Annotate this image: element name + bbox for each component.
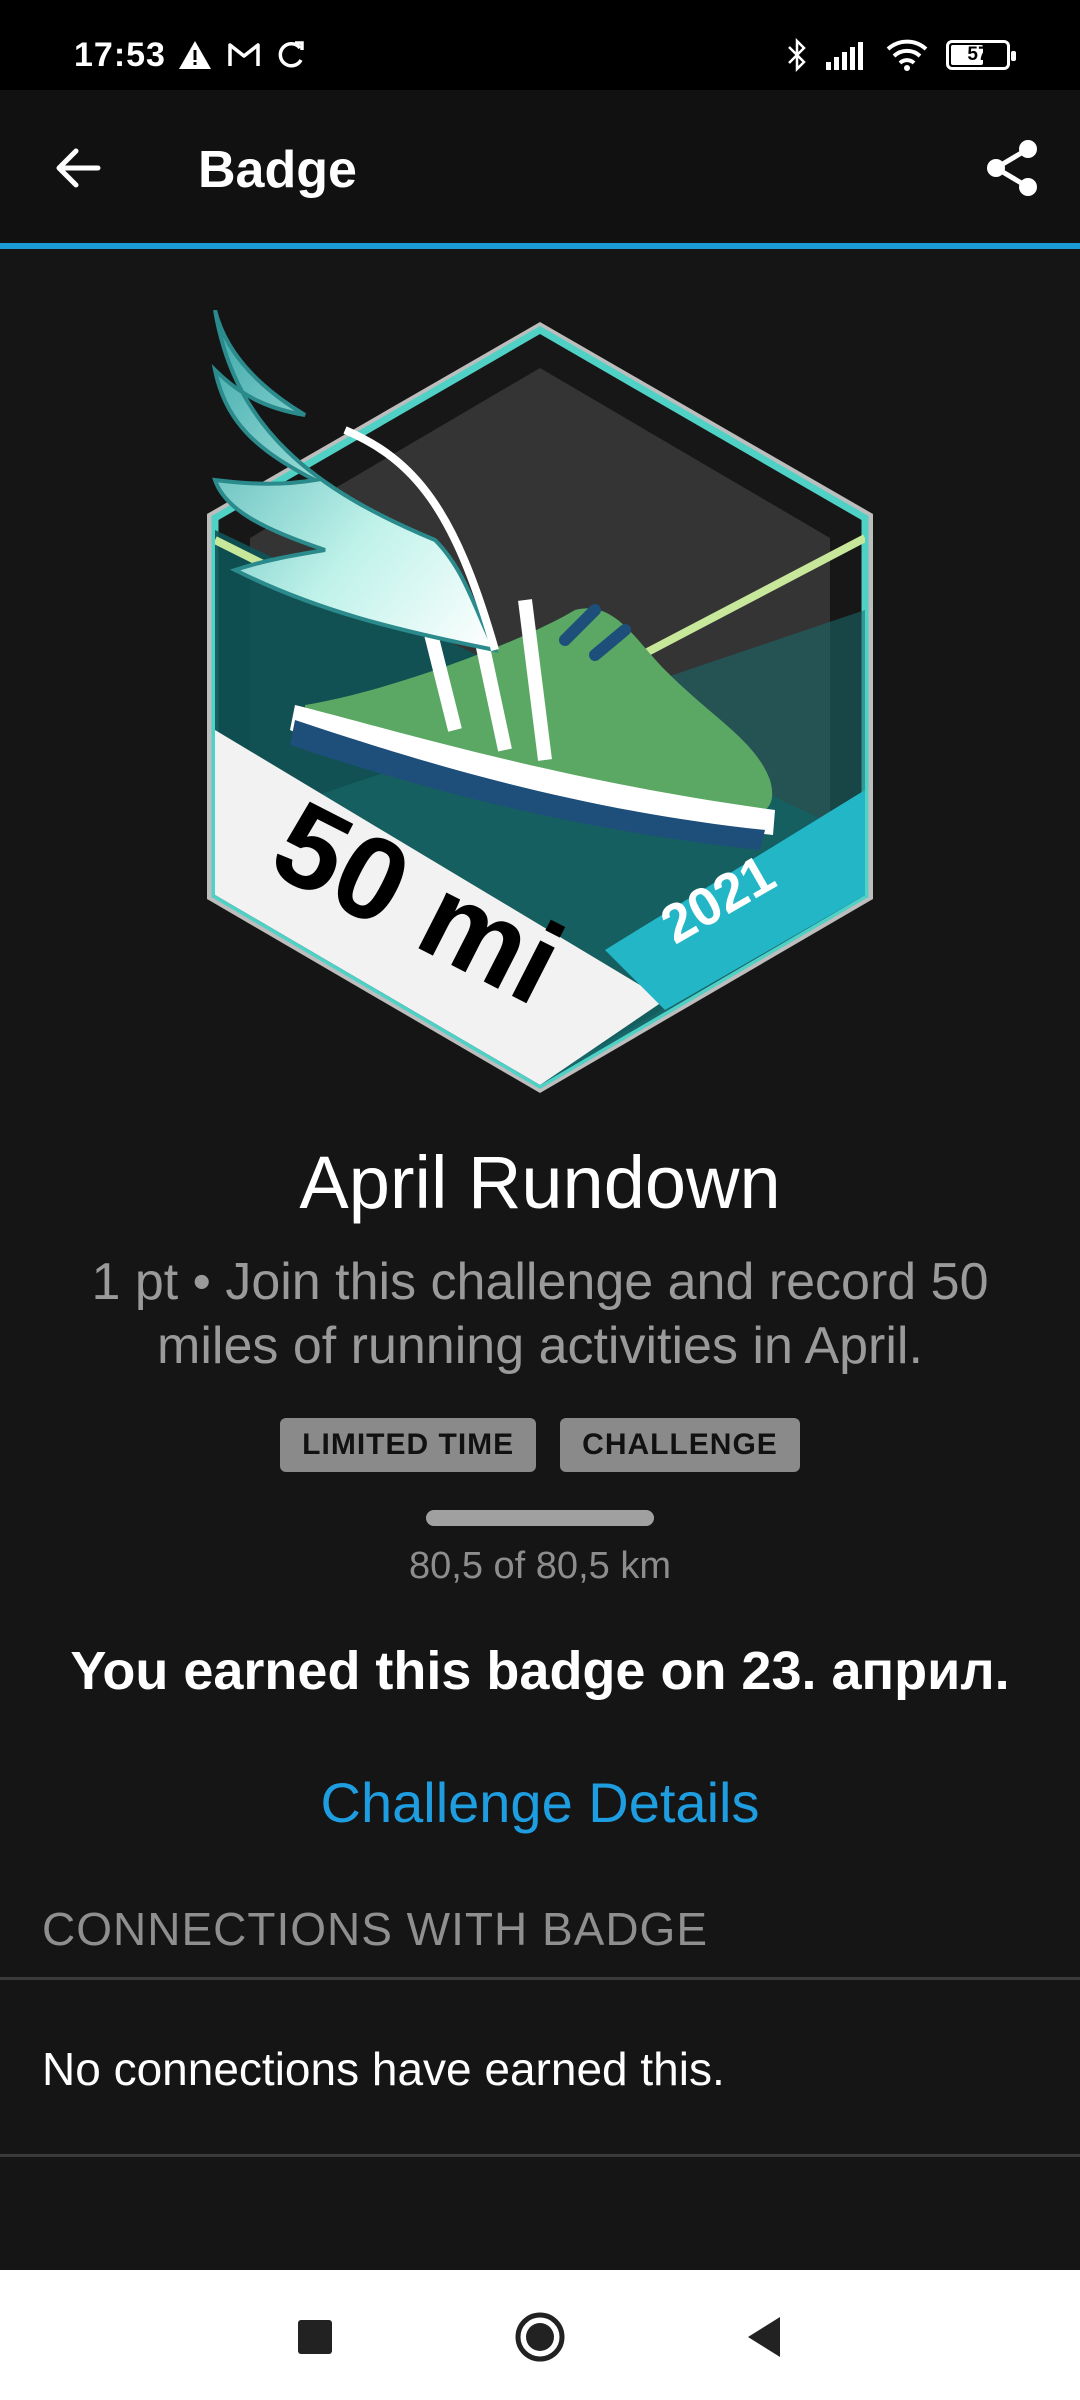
badge-description: 1 pt • Join this challenge and record 50… bbox=[91, 1253, 989, 1375]
signal-icon bbox=[826, 42, 863, 70]
progress-bar bbox=[426, 1510, 654, 1526]
gmail-icon bbox=[228, 43, 260, 66]
connections-section-header: CONNECTIONS WITH BADGE bbox=[42, 1903, 709, 1955]
badge-title: April Rundown bbox=[299, 1141, 781, 1224]
tag-limited-time: LIMITED TIME bbox=[280, 1418, 537, 1472]
battery-level: 57 bbox=[967, 44, 989, 65]
progress-text: 80,5 of 80,5 km bbox=[409, 1545, 671, 1587]
divider bbox=[0, 1977, 1080, 1980]
app-bar: Badge bbox=[0, 90, 1080, 245]
badge-hexagon: 50 mi 2021 bbox=[207, 309, 873, 1093]
page-title: Badge bbox=[198, 141, 357, 199]
notification-icons bbox=[178, 40, 306, 70]
clock: 17:53 bbox=[74, 36, 166, 74]
no-connections-text: No connections have earned this. bbox=[42, 2043, 725, 2095]
badge-image: 50 mi 2021 bbox=[195, 309, 885, 1100]
bluetooth-icon bbox=[788, 38, 806, 72]
sync-icon bbox=[278, 41, 304, 68]
system-nav-bar bbox=[0, 2270, 1080, 2400]
warning-icon bbox=[179, 41, 211, 69]
app-bar-accent-line bbox=[0, 243, 1080, 249]
battery-icon: 57 bbox=[946, 40, 1016, 70]
earned-date-text: You earned this badge on 23. април. bbox=[70, 1641, 1010, 1701]
recents-square-icon[interactable] bbox=[280, 2302, 350, 2372]
tag-list: LIMITED TIME CHALLENGE bbox=[0, 1418, 1080, 1472]
arrow-left-icon[interactable] bbox=[48, 138, 108, 198]
wifi-icon bbox=[886, 39, 928, 71]
progress-fill bbox=[426, 1510, 654, 1526]
share-icon[interactable] bbox=[980, 136, 1044, 200]
tag-challenge: CHALLENGE bbox=[560, 1418, 800, 1472]
system-icons: 57 bbox=[786, 38, 1016, 72]
status-bar: 17:53 57 bbox=[0, 0, 1080, 90]
challenge-details-link[interactable]: Challenge Details bbox=[0, 1770, 1080, 1835]
divider bbox=[0, 2154, 1080, 2157]
home-circle-icon[interactable] bbox=[505, 2302, 575, 2372]
back-triangle-icon[interactable] bbox=[730, 2302, 800, 2372]
